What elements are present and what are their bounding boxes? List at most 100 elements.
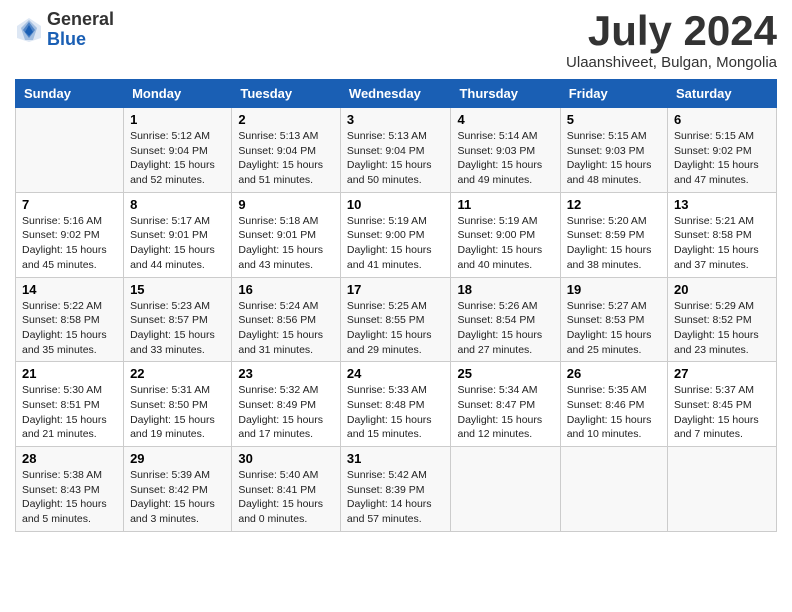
calendar-day-cell: 13 Sunrise: 5:21 AMSunset: 8:58 PMDayligh… (668, 192, 777, 277)
day-info: Sunrise: 5:18 AMSunset: 9:01 PMDaylight:… (238, 214, 334, 273)
calendar-day-cell: 28 Sunrise: 5:38 AMSunset: 8:43 PMDayligh… (16, 447, 124, 532)
logo-blue-text: Blue (47, 30, 114, 50)
day-number: 31 (347, 451, 445, 466)
calendar-day-cell: 9 Sunrise: 5:18 AMSunset: 9:01 PMDaylight… (232, 192, 341, 277)
title-block: July 2024 Ulaanshiveet, Bulgan, Mongolia (566, 10, 777, 71)
day-number: 22 (130, 366, 225, 381)
day-info: Sunrise: 5:27 AMSunset: 8:53 PMDaylight:… (567, 299, 661, 358)
day-number: 11 (457, 197, 553, 212)
day-info: Sunrise: 5:19 AMSunset: 9:00 PMDaylight:… (347, 214, 445, 273)
calendar-day-cell: 11Sunrise: 5:19 AMSunset: 9:00 PMDayligh… (451, 192, 560, 277)
calendar-week-row: 14 Sunrise: 5:22 AMSunset: 8:58 PMDayligh… (16, 277, 777, 362)
day-number: 4 (457, 112, 553, 127)
calendar-day-cell: 15 Sunrise: 5:23 AMSunset: 8:57 PMDayligh… (124, 277, 232, 362)
day-info: Sunrise: 5:34 AMSunset: 8:47 PMDaylight:… (457, 383, 553, 442)
day-number: 21 (22, 366, 117, 381)
logo: General Blue (15, 10, 114, 50)
day-number: 29 (130, 451, 225, 466)
calendar-body: 1Sunrise: 5:12 AMSunset: 9:04 PMDaylight… (16, 108, 777, 532)
calendar-table: SundayMondayTuesdayWednesdayThursdayFrid… (15, 79, 777, 532)
day-info: Sunrise: 5:39 AMSunset: 8:42 PMDaylight:… (130, 468, 225, 527)
day-info: Sunrise: 5:38 AMSunset: 8:43 PMDaylight:… (22, 468, 117, 527)
day-number: 3 (347, 112, 445, 127)
day-number: 6 (674, 112, 770, 127)
day-number: 19 (567, 282, 661, 297)
day-number: 25 (457, 366, 553, 381)
calendar-day-cell: 27 Sunrise: 5:37 AMSunset: 8:45 PMDayligh… (668, 362, 777, 447)
page-header: General Blue July 2024 Ulaanshiveet, Bul… (15, 10, 777, 71)
day-info: Sunrise: 5:37 AMSunset: 8:45 PMDaylight:… (674, 383, 770, 442)
calendar-day-cell: 24 Sunrise: 5:33 AMSunset: 8:48 PMDayligh… (340, 362, 451, 447)
day-number: 27 (674, 366, 770, 381)
calendar-day-cell: 17Sunrise: 5:25 AMSunset: 8:55 PMDayligh… (340, 277, 451, 362)
day-info: Sunrise: 5:13 AMSunset: 9:04 PMDaylight:… (347, 129, 445, 188)
calendar-day-cell: 6 Sunrise: 5:15 AMSunset: 9:02 PMDaylight… (668, 108, 777, 193)
calendar-week-row: 7 Sunrise: 5:16 AMSunset: 9:02 PMDaylight… (16, 192, 777, 277)
day-number: 10 (347, 197, 445, 212)
month-title: July 2024 (566, 10, 777, 52)
weekday-header-cell: Wednesday (340, 80, 451, 108)
calendar-day-cell: 5 Sunrise: 5:15 AMSunset: 9:03 PMDaylight… (560, 108, 667, 193)
calendar-day-cell: 12 Sunrise: 5:20 AMSunset: 8:59 PMDayligh… (560, 192, 667, 277)
day-number: 16 (238, 282, 334, 297)
day-number: 7 (22, 197, 117, 212)
day-info: Sunrise: 5:20 AMSunset: 8:59 PMDaylight:… (567, 214, 661, 273)
day-number: 5 (567, 112, 661, 127)
day-info: Sunrise: 5:21 AMSunset: 8:58 PMDaylight:… (674, 214, 770, 273)
day-number: 14 (22, 282, 117, 297)
day-info: Sunrise: 5:24 AMSunset: 8:56 PMDaylight:… (238, 299, 334, 358)
weekday-header-cell: Sunday (16, 80, 124, 108)
calendar-day-cell: 31 Sunrise: 5:42 AMSunset: 8:39 PMDayligh… (340, 447, 451, 532)
day-info: Sunrise: 5:42 AMSunset: 8:39 PMDaylight:… (347, 468, 445, 527)
day-number: 18 (457, 282, 553, 297)
calendar-day-cell (451, 447, 560, 532)
day-number: 20 (674, 282, 770, 297)
day-number: 28 (22, 451, 117, 466)
day-number: 8 (130, 197, 225, 212)
calendar-day-cell: 25 Sunrise: 5:34 AMSunset: 8:47 PMDayligh… (451, 362, 560, 447)
calendar-day-cell: 21 Sunrise: 5:30 AMSunset: 8:51 PMDayligh… (16, 362, 124, 447)
day-info: Sunrise: 5:40 AMSunset: 8:41 PMDaylight:… (238, 468, 334, 527)
day-number: 12 (567, 197, 661, 212)
day-number: 15 (130, 282, 225, 297)
calendar-day-cell: 2 Sunrise: 5:13 AMSunset: 9:04 PMDaylight… (232, 108, 341, 193)
day-number: 17 (347, 282, 445, 297)
calendar-week-row: 1Sunrise: 5:12 AMSunset: 9:04 PMDaylight… (16, 108, 777, 193)
day-info: Sunrise: 5:17 AMSunset: 9:01 PMDaylight:… (130, 214, 225, 273)
day-info: Sunrise: 5:15 AMSunset: 9:03 PMDaylight:… (567, 129, 661, 188)
day-info: Sunrise: 5:13 AMSunset: 9:04 PMDaylight:… (238, 129, 334, 188)
day-info: Sunrise: 5:23 AMSunset: 8:57 PMDaylight:… (130, 299, 225, 358)
calendar-day-cell (560, 447, 667, 532)
day-info: Sunrise: 5:12 AMSunset: 9:04 PMDaylight:… (130, 129, 225, 188)
day-info: Sunrise: 5:33 AMSunset: 8:48 PMDaylight:… (347, 383, 445, 442)
day-info: Sunrise: 5:14 AMSunset: 9:03 PMDaylight:… (457, 129, 553, 188)
day-info: Sunrise: 5:30 AMSunset: 8:51 PMDaylight:… (22, 383, 117, 442)
day-number: 24 (347, 366, 445, 381)
day-number: 2 (238, 112, 334, 127)
weekday-header-cell: Thursday (451, 80, 560, 108)
weekday-header-cell: Monday (124, 80, 232, 108)
calendar-day-cell: 19 Sunrise: 5:27 AMSunset: 8:53 PMDayligh… (560, 277, 667, 362)
day-info: Sunrise: 5:32 AMSunset: 8:49 PMDaylight:… (238, 383, 334, 442)
calendar-day-cell: 23 Sunrise: 5:32 AMSunset: 8:49 PMDayligh… (232, 362, 341, 447)
calendar-day-cell: 4 Sunrise: 5:14 AMSunset: 9:03 PMDaylight… (451, 108, 560, 193)
logo-icon (15, 16, 43, 44)
day-number: 26 (567, 366, 661, 381)
logo-general-text: General (47, 10, 114, 30)
calendar-day-cell (668, 447, 777, 532)
day-info: Sunrise: 5:15 AMSunset: 9:02 PMDaylight:… (674, 129, 770, 188)
calendar-day-cell: 7 Sunrise: 5:16 AMSunset: 9:02 PMDaylight… (16, 192, 124, 277)
day-info: Sunrise: 5:16 AMSunset: 9:02 PMDaylight:… (22, 214, 117, 273)
weekday-header-cell: Saturday (668, 80, 777, 108)
calendar-day-cell: 29 Sunrise: 5:39 AMSunset: 8:42 PMDayligh… (124, 447, 232, 532)
day-info: Sunrise: 5:31 AMSunset: 8:50 PMDaylight:… (130, 383, 225, 442)
day-number: 13 (674, 197, 770, 212)
day-info: Sunrise: 5:22 AMSunset: 8:58 PMDaylight:… (22, 299, 117, 358)
calendar-day-cell: 10 Sunrise: 5:19 AMSunset: 9:00 PMDayligh… (340, 192, 451, 277)
day-info: Sunrise: 5:35 AMSunset: 8:46 PMDaylight:… (567, 383, 661, 442)
day-number: 30 (238, 451, 334, 466)
day-number: 23 (238, 366, 334, 381)
calendar-day-cell: 1Sunrise: 5:12 AMSunset: 9:04 PMDaylight… (124, 108, 232, 193)
calendar-day-cell: 26 Sunrise: 5:35 AMSunset: 8:46 PMDayligh… (560, 362, 667, 447)
day-number: 9 (238, 197, 334, 212)
